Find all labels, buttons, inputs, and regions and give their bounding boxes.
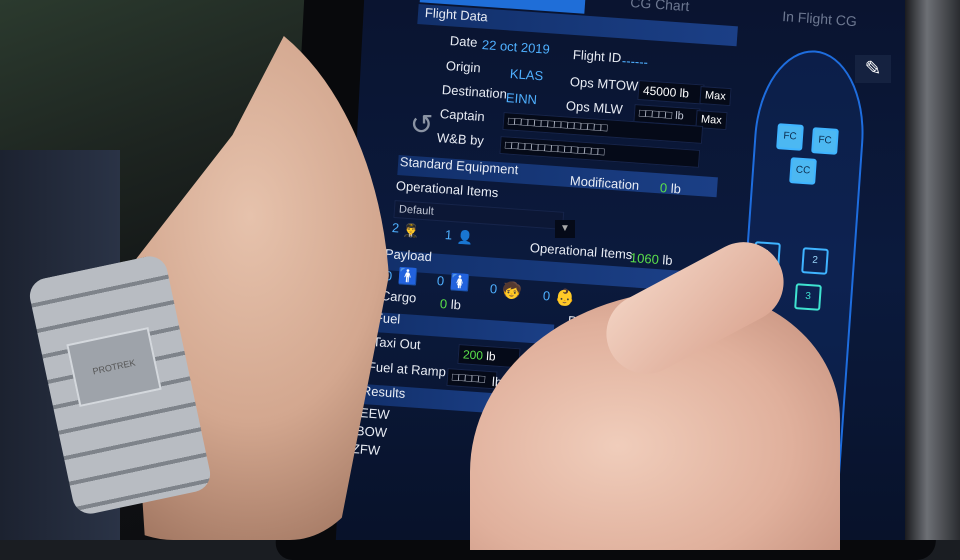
ops-mtow-max-button[interactable]: Max xyxy=(699,86,732,107)
ops-mlw-value: □□□□□ xyxy=(638,107,673,122)
taxi-out-unit: lb xyxy=(485,348,497,364)
child-count[interactable]: 0 xyxy=(489,281,497,296)
wb-by-label: W&B by xyxy=(436,130,485,149)
section-title-results: Results xyxy=(361,383,406,402)
pilot-icon: 👨‍✈️ xyxy=(402,222,420,239)
operational-items-total-unit: lb xyxy=(661,252,674,268)
result-bow-label: BOW xyxy=(355,423,388,441)
pilots-count: 2 xyxy=(391,220,400,236)
infant-passenger-icon: 👶 xyxy=(554,289,576,308)
ops-mtow-value: 45000 xyxy=(642,83,677,100)
modification-value: 0 xyxy=(659,180,668,196)
female-passenger-icon: 🚺 xyxy=(449,274,471,293)
cargo-readout[interactable]: 0 lb xyxy=(439,296,461,312)
ops-mtow-unit: lb xyxy=(679,85,690,101)
captain-label: Captain xyxy=(439,106,486,125)
female-count[interactable]: 0 xyxy=(436,273,444,288)
dropdown-arrow-icon[interactable]: ▼ xyxy=(555,220,575,238)
fuel-at-ramp-field[interactable]: □□□□□ xyxy=(446,368,498,390)
origin-label: Origin xyxy=(445,58,482,76)
child-passenger-icon: 🧒 xyxy=(501,282,523,301)
reset-arrow-icon[interactable]: ↺ xyxy=(410,108,433,141)
result-eew-label: EEW xyxy=(359,405,391,423)
attendants-count: 1 xyxy=(444,227,453,243)
infant-count[interactable]: 0 xyxy=(542,288,550,303)
tablet-edge xyxy=(905,0,960,540)
date-label: Date xyxy=(449,33,478,50)
attendant-icon: 👤 xyxy=(456,229,474,246)
destination-value[interactable]: EINN xyxy=(505,90,537,107)
modification-unit: lb xyxy=(670,180,682,197)
seat-fc-left[interactable]: FC xyxy=(776,123,804,151)
origin-value[interactable]: KLAS xyxy=(509,66,543,83)
male-passenger-icon: 🚹 xyxy=(397,268,419,287)
ops-mlw-unit: lb xyxy=(674,109,685,123)
operational-items-total: 1060 lb xyxy=(629,250,673,268)
cargo-value: 0 xyxy=(439,296,448,312)
edit-pencil-icon[interactable]: ✎ xyxy=(855,55,891,83)
seat-3[interactable]: 3 xyxy=(794,283,822,311)
taxi-out-value: 200 xyxy=(462,347,484,363)
seat-cc[interactable]: CC xyxy=(789,157,817,185)
flight-id-value[interactable]: ------ xyxy=(621,53,648,70)
operational-items-total-value: 1060 xyxy=(629,250,660,267)
modification-readout: 0 lb xyxy=(659,180,681,196)
seat-2[interactable]: 2 xyxy=(801,247,829,275)
tab-in-flight-cg[interactable]: In Flight CG xyxy=(781,8,858,39)
cargo-unit: lb xyxy=(450,296,462,313)
section-title-payload: Payload xyxy=(384,246,433,265)
seat-fc-right[interactable]: FC xyxy=(811,127,839,155)
